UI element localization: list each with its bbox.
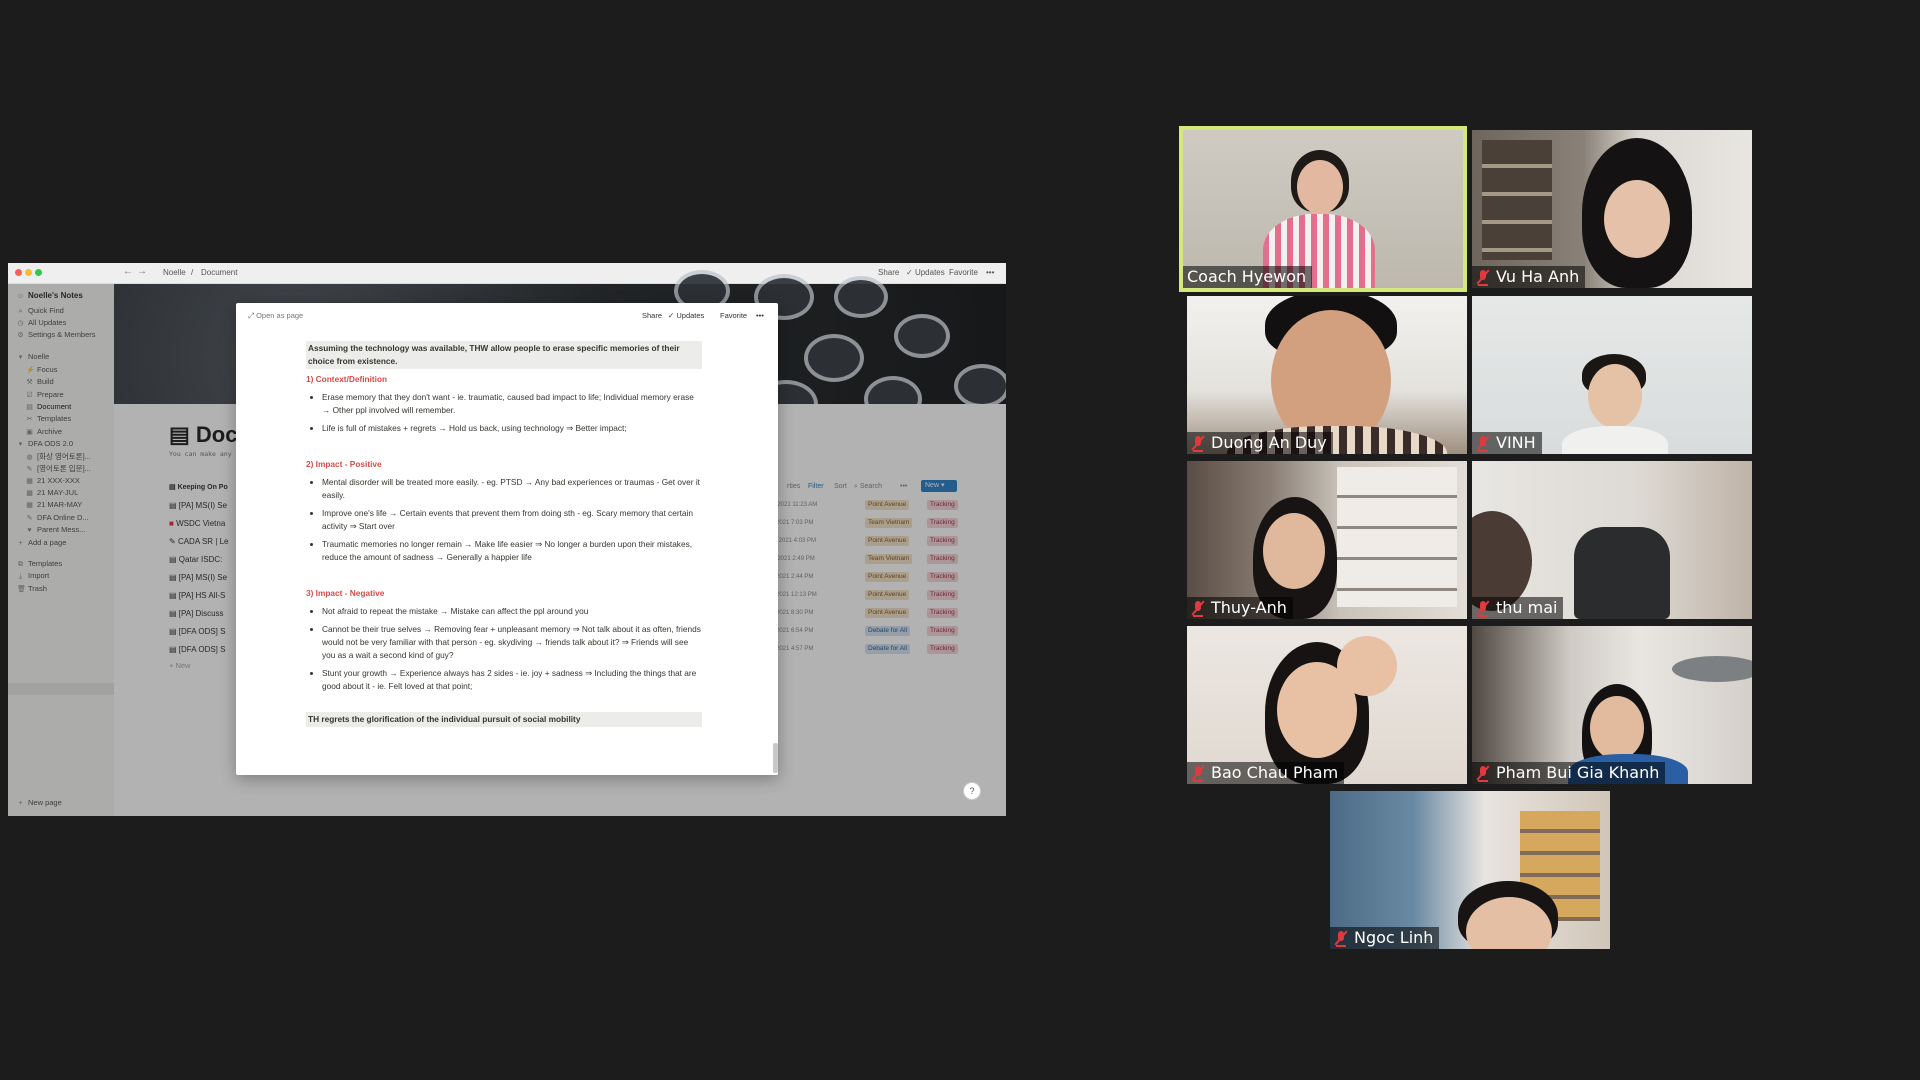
section-heading: 2) Impact - Positive bbox=[306, 459, 382, 469]
list-item: Cannot be their true selves → Removing f… bbox=[322, 623, 702, 662]
breadcrumb-noelle[interactable]: Noelle bbox=[163, 268, 186, 277]
page-peek-modal: ⤢ Open as page Share ✓ Updates Favorite … bbox=[236, 303, 778, 775]
list-item: Erase memory that they don't want - ie. … bbox=[322, 391, 702, 417]
video-tile-bao-chau-pham[interactable]: Bao Chau Pham bbox=[1187, 626, 1467, 784]
video-tile-vinh[interactable]: VINH bbox=[1472, 296, 1752, 454]
video-tile-vu-ha-anh[interactable]: Vu Ha Anh bbox=[1472, 130, 1752, 288]
updates-button[interactable]: ✓ Updates bbox=[906, 268, 945, 277]
video-tile-coach-hyewon[interactable]: Coach Hyewon bbox=[1179, 126, 1467, 292]
list-item: Improve one's life → Certain events that… bbox=[322, 507, 702, 533]
participant-name: Vu Ha Anh bbox=[1472, 266, 1586, 288]
motion-callout: Assuming the technology was available, T… bbox=[306, 341, 702, 369]
participant-name: Bao Chau Pham bbox=[1187, 762, 1345, 784]
list-item: Traumatic memories no longer remain → Ma… bbox=[322, 538, 702, 564]
open-as-page-button[interactable]: ⤢ Open as page bbox=[248, 311, 303, 321]
more-button[interactable]: ••• bbox=[986, 268, 994, 277]
section-heading: 3) Impact - Negative bbox=[306, 588, 385, 598]
list-item: Not afraid to repeat the mistake → Mista… bbox=[322, 605, 702, 618]
zoom-window-button[interactable] bbox=[35, 269, 42, 276]
bullet-list: Mental disorder will be treated more eas… bbox=[306, 476, 702, 564]
muted-mic-icon bbox=[1476, 600, 1490, 617]
modal-document-body[interactable]: Assuming the technology was available, T… bbox=[306, 341, 702, 727]
video-tile-duong-an-duy[interactable]: Duong An Duy bbox=[1187, 296, 1467, 454]
video-tile-pham-bui-gia-khanh[interactable]: Pham Bui Gia Khanh bbox=[1472, 626, 1752, 784]
participant-name: Pham Bui Gia Khanh bbox=[1472, 762, 1666, 784]
muted-mic-icon bbox=[1476, 435, 1490, 452]
bullet-list: Erase memory that they don't want - ie. … bbox=[306, 391, 702, 435]
section-heading: 1) Context/Definition bbox=[306, 374, 388, 384]
muted-mic-icon bbox=[1476, 765, 1490, 782]
second-motion-callout: TH regrets the glorification of the indi… bbox=[306, 712, 702, 727]
modal-favorite-button[interactable]: Favorite bbox=[720, 311, 747, 320]
video-tile-ngoc-linh[interactable]: Ngoc Linh bbox=[1330, 791, 1610, 949]
participant-name: VINH bbox=[1472, 432, 1542, 454]
modal-more-button[interactable]: ••• bbox=[756, 311, 764, 320]
help-button[interactable]: ? bbox=[963, 782, 981, 800]
video-tile-thu-mai[interactable]: thu mai bbox=[1472, 461, 1752, 619]
participant-name: Duong An Duy bbox=[1187, 432, 1333, 454]
list-item: Life is full of mistakes + regrets → Hol… bbox=[322, 422, 702, 435]
muted-mic-icon bbox=[1476, 269, 1490, 286]
modal-updates-button[interactable]: ✓ Updates bbox=[668, 311, 704, 320]
minimize-window-button[interactable] bbox=[25, 269, 32, 276]
shared-screen: ←→ Noelle / Document Share ✓ Updates Fav… bbox=[8, 263, 1006, 816]
modal-scrollbar[interactable] bbox=[773, 743, 778, 773]
muted-mic-icon bbox=[1191, 765, 1205, 782]
breadcrumb-document[interactable]: Document bbox=[201, 268, 237, 277]
bullet-list: Not afraid to repeat the mistake → Mista… bbox=[306, 605, 702, 693]
muted-mic-icon bbox=[1191, 600, 1205, 617]
favorite-button[interactable]: Favorite bbox=[949, 268, 978, 277]
close-window-button[interactable] bbox=[15, 269, 22, 276]
list-item: Stunt your growth → Experience always ha… bbox=[322, 667, 702, 693]
video-tile-thuy-anh[interactable]: Thuy-Anh bbox=[1187, 461, 1467, 619]
expand-icon: ⤢ bbox=[248, 311, 254, 320]
muted-mic-icon bbox=[1334, 930, 1348, 947]
modal-share-button[interactable]: Share bbox=[642, 311, 662, 320]
muted-mic-icon bbox=[1191, 435, 1205, 452]
participant-name: Thuy-Anh bbox=[1187, 597, 1293, 619]
list-item: Mental disorder will be treated more eas… bbox=[322, 476, 702, 502]
back-forward-arrows-icon[interactable]: ←→ bbox=[123, 266, 151, 277]
participant-name: Coach Hyewon bbox=[1183, 266, 1313, 288]
share-button[interactable]: Share bbox=[878, 268, 899, 277]
participant-name: thu mai bbox=[1472, 597, 1564, 619]
participant-name: Ngoc Linh bbox=[1330, 927, 1440, 949]
